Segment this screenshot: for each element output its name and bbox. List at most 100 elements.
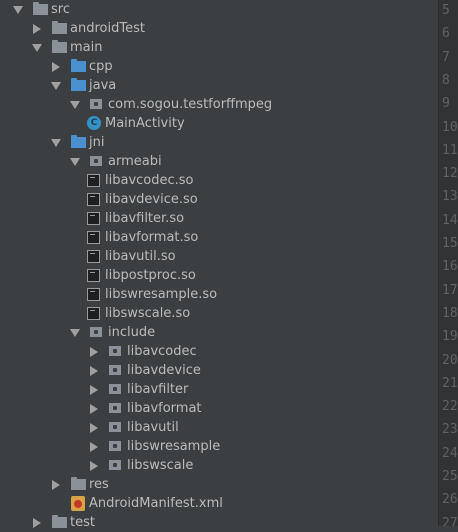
expand-arrow-down-icon[interactable] (32, 44, 42, 52)
resource-folder-icon (71, 477, 86, 490)
tree-row-file-androidmanifest-xml[interactable]: AndroidManifest.xml (0, 494, 438, 513)
editor-line-number-gutter: 5 6 7 8 9 10 11 12 13 14 15 16 17 18 19 20 21 22 23 24 25 26 2… (438, 0, 458, 526)
tree-item-label: libswresample.so (105, 287, 218, 302)
line-number: 11 (442, 142, 458, 158)
collapse-arrow-right-icon[interactable] (90, 461, 98, 471)
line-number: 12 (442, 166, 458, 182)
tree-row-folder-libswresample[interactable]: libswresample (0, 437, 438, 456)
tree-item-label: libswresample (127, 439, 221, 454)
expand-arrow-down-icon[interactable] (70, 329, 80, 337)
tree-item-label: libswscale.so (105, 306, 191, 321)
expand-arrow-down-icon[interactable] (51, 82, 61, 90)
tree-row-folder-jni[interactable]: jni (0, 133, 438, 152)
tree-row-package-com-sogou-testforffmpeg[interactable]: com.sogou.testforffmpeg (0, 95, 438, 114)
package-icon (109, 422, 121, 432)
tree-row-class-mainactivity[interactable]: C MainActivity (0, 114, 438, 133)
package-icon (109, 403, 121, 413)
tree-item-label: libpostproc.so (105, 268, 196, 283)
tree-item-label: com.sogou.testforffmpeg (108, 97, 273, 112)
line-number: 19 (442, 329, 458, 345)
tree-row-folder-armeabi[interactable]: armeabi (0, 152, 438, 171)
line-number: 7 (442, 49, 450, 65)
line-number: 27 (442, 515, 458, 526)
tree-row-folder-test[interactable]: test (0, 513, 438, 532)
line-number: 6 (442, 26, 450, 42)
tree-item-label: test (70, 515, 95, 530)
collapse-arrow-right-icon[interactable] (33, 24, 41, 34)
binary-file-icon (87, 288, 100, 301)
tree-item-label: androidTest (70, 21, 145, 36)
line-number: 13 (442, 189, 458, 205)
tree-item-label: libavdevice (127, 363, 201, 378)
collapse-arrow-right-icon[interactable] (33, 518, 41, 528)
tree-row-file-libavcodec-so[interactable]: libavcodec.so (0, 171, 438, 190)
tree-item-label: src (51, 2, 70, 17)
collapse-arrow-right-icon[interactable] (90, 404, 98, 414)
tree-row-folder-libavdevice[interactable]: libavdevice (0, 361, 438, 380)
package-icon (90, 156, 102, 166)
tree-row-file-libavutil-so[interactable]: libavutil.so (0, 247, 438, 266)
collapse-arrow-right-icon[interactable] (52, 480, 60, 490)
package-icon (109, 384, 121, 394)
tree-row-file-libavformat-so[interactable]: libavformat.so (0, 228, 438, 247)
tree-row-folder-res[interactable]: res (0, 475, 438, 494)
tree-row-folder-libavfilter[interactable]: libavfilter (0, 380, 438, 399)
tree-row-file-libpostproc-so[interactable]: libpostproc.so (0, 266, 438, 285)
line-number: 16 (442, 259, 458, 275)
collapse-arrow-right-icon[interactable] (90, 366, 98, 376)
android-manifest-icon (71, 496, 85, 511)
line-number: 10 (442, 119, 458, 135)
collapse-arrow-right-icon[interactable] (52, 62, 60, 72)
java-class-icon: C (87, 116, 101, 130)
line-number: 25 (442, 469, 458, 484)
expand-arrow-down-icon[interactable] (70, 101, 80, 109)
tree-item-label: libavformat.so (105, 230, 199, 245)
tree-item-label: libavutil (127, 420, 179, 435)
folder-icon (33, 2, 48, 15)
source-folder-icon (71, 59, 86, 72)
source-folder-icon (71, 135, 86, 148)
tree-row-folder-androidTest[interactable]: androidTest (0, 19, 438, 38)
collapse-arrow-right-icon[interactable] (90, 347, 98, 357)
tree-row-file-libavfilter-so[interactable]: libavfilter.so (0, 209, 438, 228)
tree-row-folder-libavformat[interactable]: libavformat (0, 399, 438, 418)
collapse-arrow-right-icon[interactable] (90, 385, 98, 395)
line-number: 15 (442, 236, 458, 251)
collapse-arrow-right-icon[interactable] (90, 423, 98, 433)
tree-item-label: MainActivity (105, 116, 185, 131)
tree-item-label: armeabi (108, 154, 162, 169)
expand-arrow-down-icon[interactable] (70, 158, 80, 166)
collapse-arrow-right-icon[interactable] (90, 442, 98, 452)
tree-row-file-libswscale-so[interactable]: libswscale.so (0, 304, 438, 323)
tree-row-folder-cpp[interactable]: cpp (0, 57, 438, 76)
line-number: 21 (442, 375, 458, 391)
tree-item-label: cpp (89, 59, 113, 74)
line-number: 9 (442, 96, 450, 112)
tree-row-file-libswresample-so[interactable]: libswresample.so (0, 285, 438, 304)
tree-item-label: libswscale (127, 458, 194, 473)
line-number: 26 (442, 492, 458, 508)
tree-row-folder-libswscale[interactable]: libswscale (0, 456, 438, 475)
tree-item-label: main (70, 40, 103, 55)
tree-item-label: libavdevice.so (105, 192, 198, 207)
tree-row-folder-java[interactable]: java (0, 76, 438, 95)
binary-file-icon (87, 193, 100, 206)
expand-arrow-down-icon[interactable] (13, 6, 23, 14)
tree-row-file-libavdevice-so[interactable]: libavdevice.so (0, 190, 438, 209)
line-number: 14 (442, 212, 458, 228)
package-icon (109, 346, 121, 356)
line-number: 18 (442, 305, 458, 321)
tree-row-folder-libavutil[interactable]: libavutil (0, 418, 438, 437)
tree-row-folder-include[interactable]: include (0, 323, 438, 342)
expand-arrow-down-icon[interactable] (51, 139, 61, 147)
binary-file-icon (87, 231, 100, 244)
tree-row-folder-libavcodec[interactable]: libavcodec (0, 342, 438, 361)
tree-row-folder-src[interactable]: src (0, 0, 438, 19)
tree-item-label: libavcodec.so (105, 173, 194, 188)
binary-file-icon (87, 212, 100, 225)
package-icon (109, 365, 121, 375)
tree-item-label: include (108, 325, 156, 340)
tree-item-label: libavutil.so (105, 249, 176, 264)
line-number: 24 (442, 445, 458, 461)
tree-row-folder-main[interactable]: main (0, 38, 438, 57)
